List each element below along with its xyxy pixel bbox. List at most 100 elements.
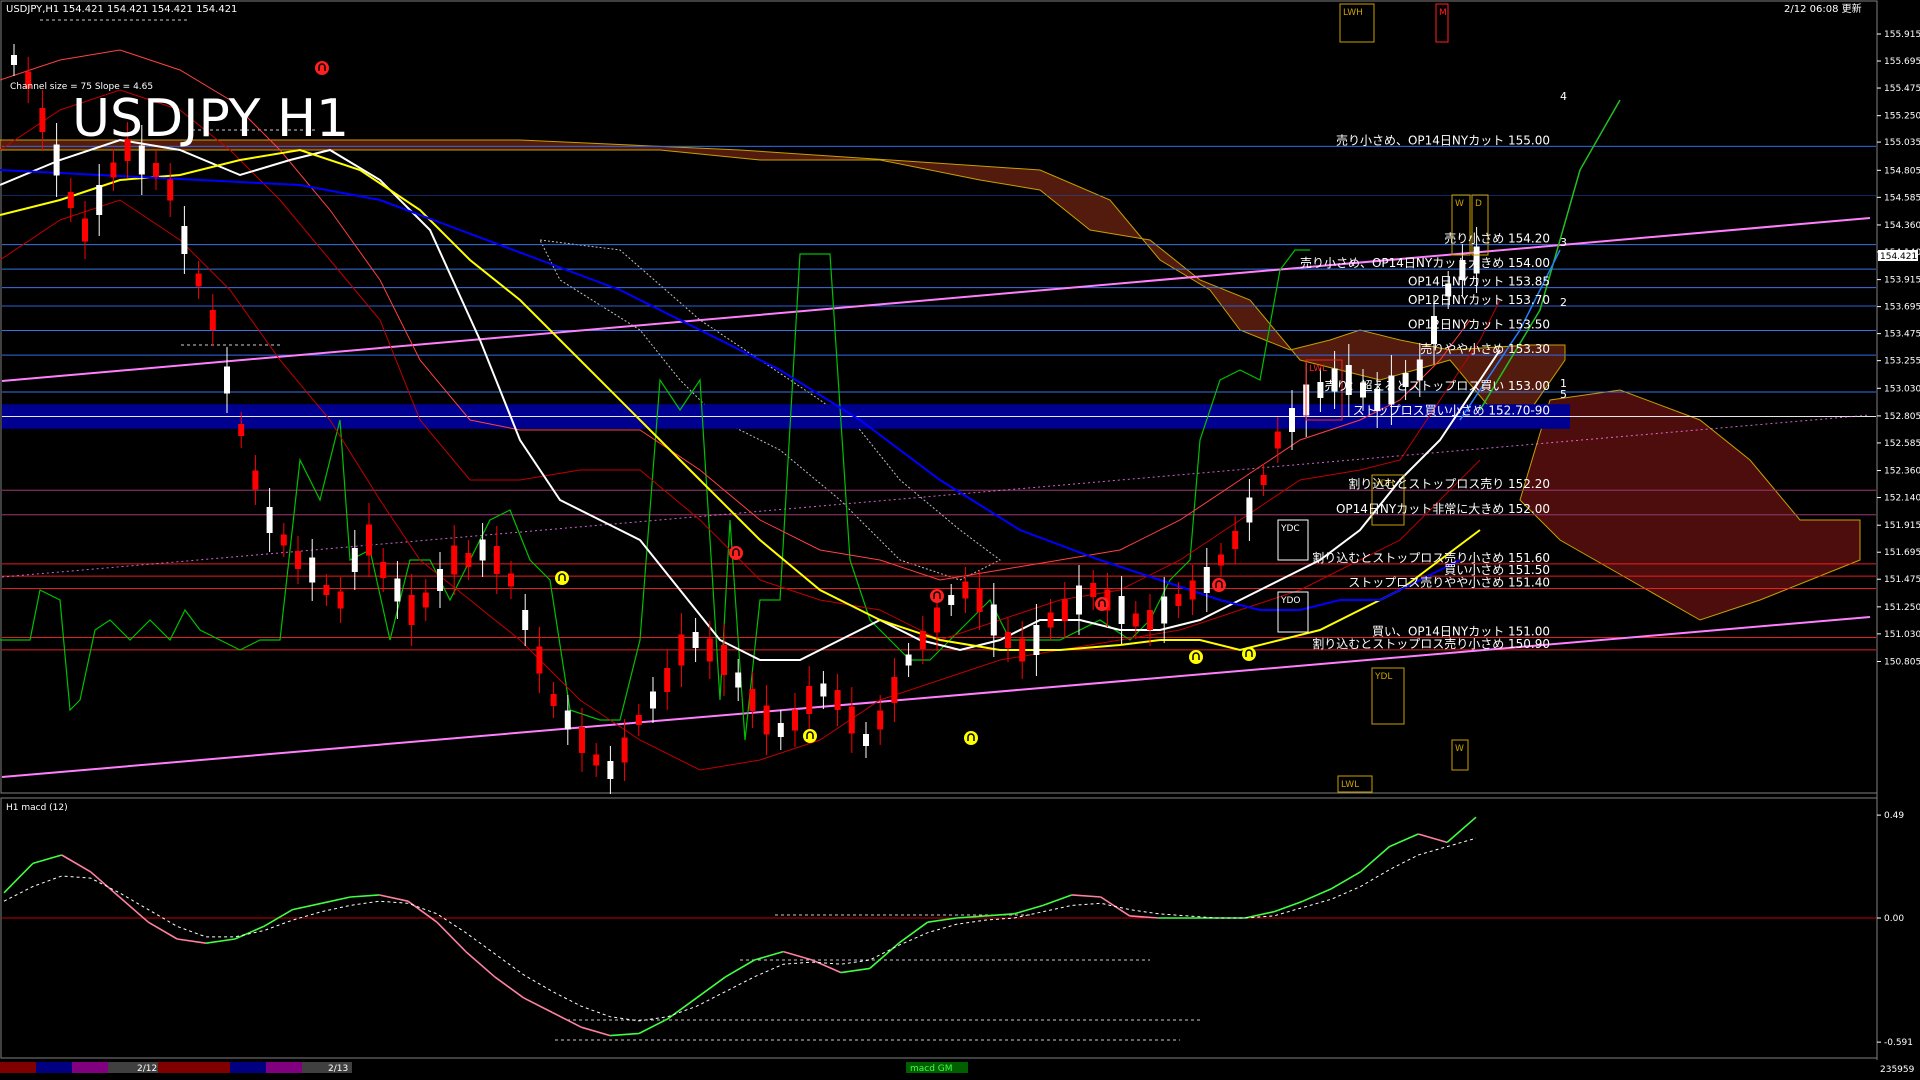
candle-body (153, 163, 159, 177)
candle-body (39, 108, 46, 132)
signal-marker (315, 61, 329, 75)
macd-segment (1302, 887, 1333, 902)
candle-body (323, 585, 330, 595)
candle-body (1118, 596, 1125, 624)
candle-body (593, 754, 600, 766)
candle-body (209, 310, 216, 330)
macd-segment (147, 921, 178, 940)
candle-body (195, 273, 202, 287)
candle-body (664, 668, 671, 692)
macd-segment (90, 871, 120, 898)
box-label-lwl2: LWL (1341, 780, 1359, 790)
macd-tick-label: -0.591 (1884, 1038, 1913, 1048)
box-label-w: W (1455, 199, 1464, 209)
band-upper (0, 89, 1501, 641)
box-label-lwh: LWH (1343, 8, 1363, 18)
candle-body (1005, 632, 1011, 648)
candle-body (380, 562, 387, 578)
bottom-date-1[interactable]: 2/12 (137, 1064, 157, 1074)
bottom-date-2[interactable]: 2/13 (328, 1064, 348, 1074)
candle-body (337, 591, 344, 609)
price-tick-label: 153.475 (1884, 330, 1920, 340)
macd-segment (783, 950, 813, 961)
macd-segment (494, 976, 525, 999)
candle-body (735, 672, 742, 688)
candle-body (437, 569, 443, 591)
price-tick-label: 151.695 (1884, 548, 1920, 558)
mt4-chart-window[interactable]: LWH M W D YDH YDC YDO YDL LWL W LWL 売り小さめ、OP14日NYカ… (0, 0, 1920, 1080)
macd-tick-label: 0.00 (1884, 914, 1904, 924)
volume-readout: 235959 (1880, 1065, 1915, 1075)
macd-segment (350, 894, 380, 898)
macd-segment (177, 938, 207, 944)
signal-marker (1212, 578, 1226, 592)
level-label: OP12日NYカット 153.70 (1408, 293, 1550, 307)
price-tick-label: 155.250 (1884, 112, 1920, 122)
price-tick-label: 151.915 (1884, 521, 1920, 531)
candle-body (508, 573, 514, 587)
candle-body (806, 686, 813, 714)
candle-body (366, 524, 372, 556)
macd-segment (725, 959, 755, 978)
macd-segment (292, 902, 322, 911)
candle-body (1260, 475, 1267, 485)
price-tick-label: 151.250 (1884, 603, 1920, 613)
macd-segment (754, 950, 784, 961)
candle-body (1232, 531, 1239, 549)
candle-body (67, 192, 74, 208)
candle-body (749, 689, 756, 711)
candle-body (678, 634, 685, 666)
macd-segment (927, 917, 957, 923)
candle-body (1317, 382, 1324, 398)
candle-body (891, 677, 898, 703)
price-tick-label: 150.805 (1884, 658, 1920, 668)
level-label: ストップロス売りやや小さめ 151.40 (1348, 574, 1550, 589)
kumo-right (1519, 389, 1861, 621)
candle-body (650, 691, 656, 709)
box-label-m: M (1439, 8, 1447, 18)
price-chart[interactable]: LWH MW DYDHYDCYDOYDLLWLWLWL 売り小さめ、OP14日NYカ… (0, 0, 1920, 1080)
candle-body (834, 690, 841, 710)
candle-body (550, 694, 557, 706)
macd-segment (696, 976, 727, 999)
macd-segment (234, 925, 265, 940)
macd-segment (811, 959, 842, 974)
box-label-w2: W (1455, 744, 1464, 754)
candle-body (138, 145, 145, 175)
macd-segment (1360, 845, 1390, 873)
box-label-ydc: YDC (1280, 524, 1300, 534)
price-tick-label: 155.475 (1884, 84, 1920, 94)
macd-segment (379, 894, 409, 902)
candle-body (110, 162, 117, 178)
macd-segment (465, 950, 496, 978)
level-label: OP12日NYカット 153.50 (1408, 318, 1550, 332)
candle-body (564, 710, 571, 730)
candle-body (224, 366, 230, 394)
macd-segment (610, 1032, 640, 1037)
signal-marker (1095, 597, 1109, 611)
candle-body (252, 470, 259, 490)
level-label: 売りやや小さめ 153.30 (1420, 341, 1550, 356)
candle-body (167, 179, 174, 201)
candle-body (295, 551, 301, 569)
macd-segment (898, 921, 929, 944)
candle-body (763, 705, 770, 735)
candle-body (607, 761, 614, 779)
macd-segment (581, 1026, 611, 1037)
candle-body (848, 706, 855, 734)
macd-sheet-tab[interactable]: macd GM (910, 1064, 953, 1074)
candle-body (1033, 625, 1040, 655)
macd-segment (552, 1011, 582, 1028)
channel-lower (1, 616, 1871, 778)
candle-body (777, 723, 784, 737)
sma-fast (0, 138, 1501, 661)
price-tick-label: 152.805 (1884, 412, 1920, 422)
macd-segment (985, 913, 1015, 917)
level-label: 売り小さめ、OP14日NYカット 155.00 (1336, 132, 1550, 147)
price-tick-label: 152.140 (1884, 494, 1920, 504)
candle-body (82, 218, 88, 242)
candle-body (280, 534, 287, 546)
macd-segment (523, 997, 553, 1014)
current-price-text: 154.421 (1880, 252, 1917, 262)
box-label-ydl: YDL (1374, 672, 1392, 682)
